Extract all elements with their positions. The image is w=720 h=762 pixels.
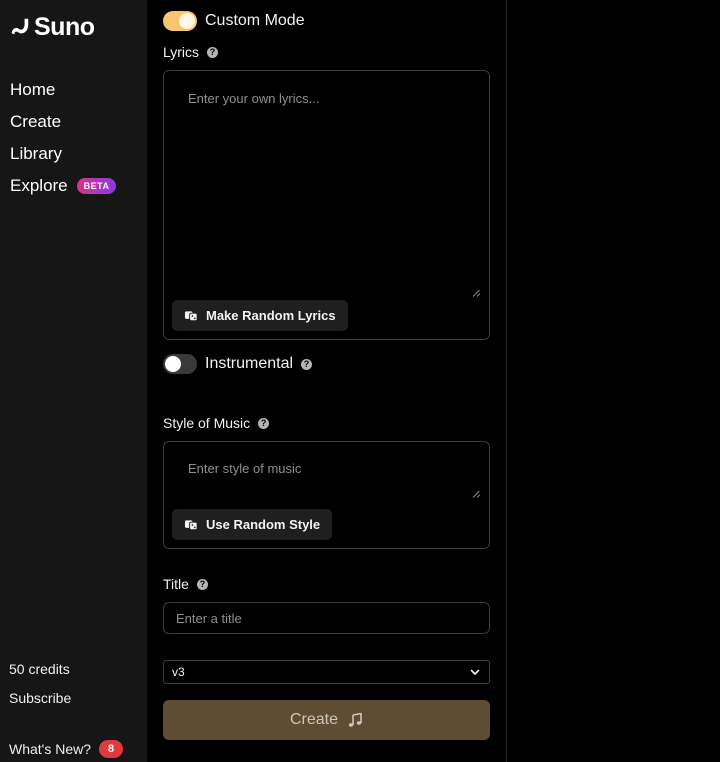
create-form: Custom Mode Lyrics ? Enter your own lyri… — [147, 0, 507, 762]
nav-item-label: Create — [10, 112, 62, 131]
lyrics-box: Enter your own lyrics... Make Random Lyr… — [163, 70, 490, 340]
make-random-lyrics-label: Make Random Lyrics — [206, 308, 336, 323]
whats-new-label: What's New? — [9, 741, 92, 757]
music-note-icon — [348, 712, 362, 727]
help-icon[interactable]: ? — [301, 358, 313, 370]
right-panel — [507, 0, 720, 762]
whats-new-link[interactable]: What's New? 8 — [9, 740, 124, 758]
lyrics-textarea[interactable]: Enter your own lyrics... — [188, 91, 320, 106]
sidebar-nav: Home Create Library Explore BETA — [10, 74, 117, 202]
credits-count: 50 credits — [9, 661, 70, 677]
instrumental-label: Instrumental ? — [205, 355, 313, 373]
suno-logo[interactable]: Suno — [9, 12, 95, 42]
suno-wave-icon — [11, 18, 29, 35]
beta-badge: BETA — [76, 178, 117, 194]
nav-item-explore[interactable]: Explore BETA — [10, 170, 117, 202]
nav-item-create[interactable]: Create — [10, 106, 116, 138]
toggle-knob — [165, 356, 181, 372]
sidebar: Suno Home Create Library Explore BETA 50… — [0, 0, 147, 762]
nav-item-library[interactable]: Library — [10, 138, 116, 170]
use-random-style-button[interactable]: Use Random Style — [172, 509, 333, 540]
subscribe-link[interactable]: Subscribe — [9, 690, 71, 706]
toggle-knob — [179, 13, 195, 29]
instrumental-label-text: Instrumental — [205, 355, 294, 372]
use-random-style-label: Use Random Style — [206, 517, 321, 532]
whats-new-count-badge: 8 — [99, 740, 124, 758]
dice-icon — [184, 310, 198, 321]
style-textarea[interactable]: Enter style of music — [188, 461, 301, 476]
lyrics-label: Lyrics ? — [163, 44, 219, 60]
style-label-text: Style of Music — [163, 415, 251, 431]
lyrics-label-text: Lyrics — [163, 44, 200, 60]
nav-item-label: Library — [10, 144, 62, 163]
nav-item-home[interactable]: Home — [10, 74, 116, 106]
custom-mode-label: Custom Mode — [205, 12, 305, 29]
make-random-lyrics-button[interactable]: Make Random Lyrics — [172, 300, 348, 331]
chevron-down-icon — [470, 669, 480, 675]
help-icon[interactable]: ? — [207, 46, 219, 58]
help-icon[interactable]: ? — [196, 578, 208, 590]
help-icon[interactable]: ? — [258, 417, 270, 429]
instrumental-toggle[interactable] — [163, 354, 197, 374]
dice-icon — [184, 519, 198, 530]
resize-handle-icon[interactable] — [473, 491, 480, 498]
model-select-value: v3 — [172, 665, 185, 679]
model-select[interactable]: v3 — [163, 660, 490, 684]
title-label-text: Title — [163, 576, 189, 592]
title-input[interactable]: Enter a title — [163, 602, 490, 634]
custom-mode-toggle[interactable] — [163, 11, 197, 31]
resize-handle-icon[interactable] — [473, 290, 480, 297]
create-button[interactable]: Create — [163, 700, 490, 740]
style-label: Style of Music ? — [163, 415, 270, 431]
create-button-label: Create — [289, 711, 339, 728]
nav-item-label: Explore — [10, 176, 68, 195]
brand-name: Suno — [34, 12, 95, 41]
style-box: Enter style of music Use Random Style — [163, 441, 490, 549]
title-label: Title ? — [163, 576, 208, 592]
nav-item-label: Home — [10, 80, 56, 99]
